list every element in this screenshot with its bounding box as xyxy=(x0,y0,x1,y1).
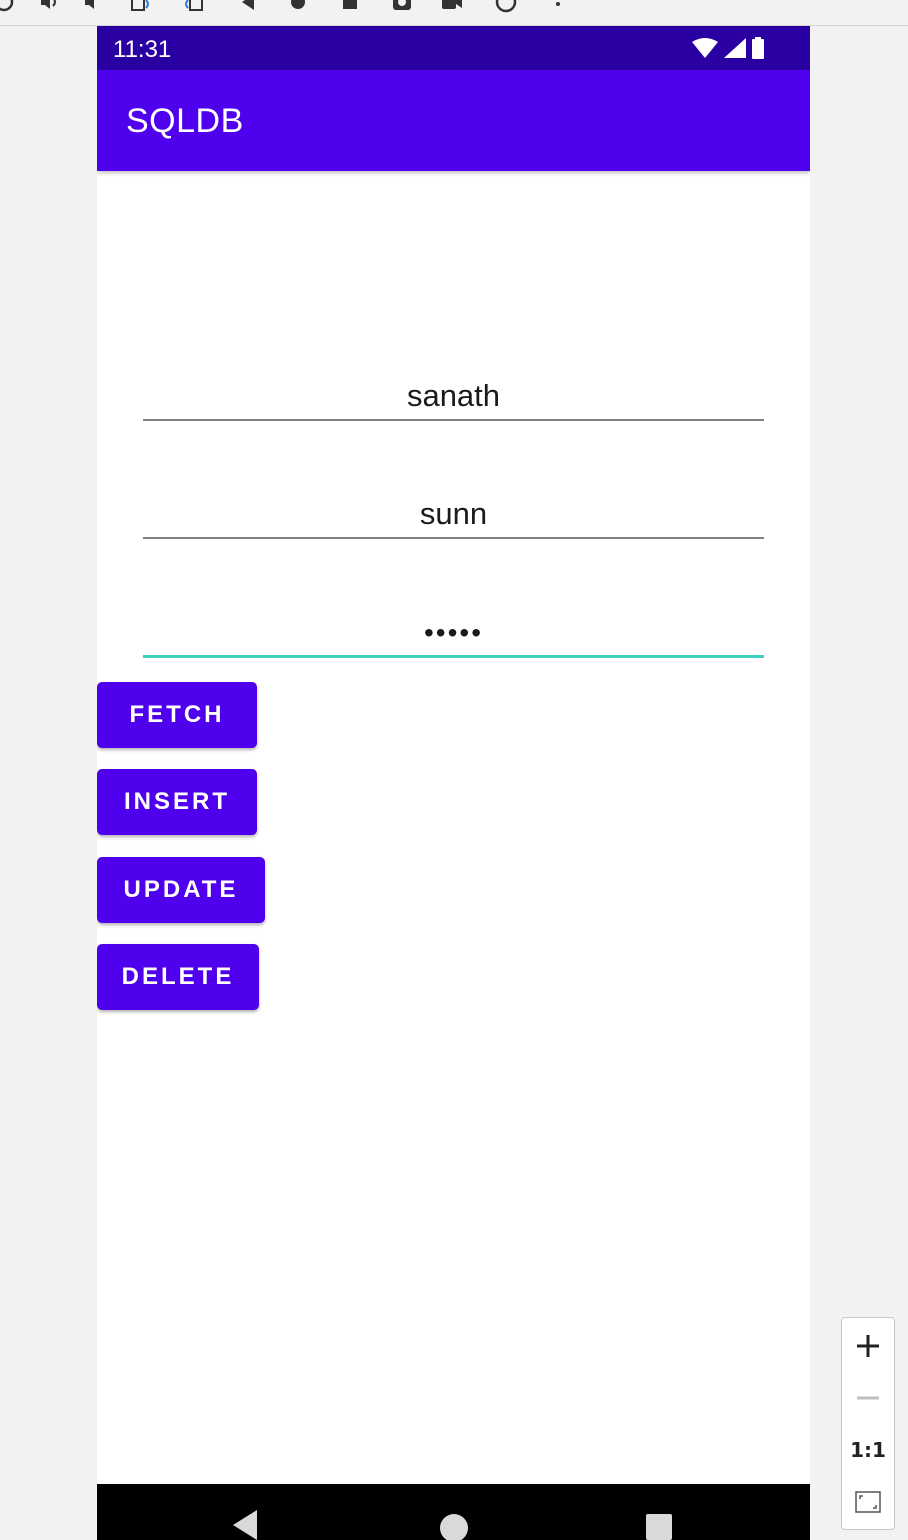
app-bar: SQLDB xyxy=(97,70,810,171)
zoom-fit-icon[interactable] xyxy=(842,1476,894,1528)
screenshot-icon[interactable] xyxy=(390,0,414,14)
name-field[interactable] xyxy=(143,361,764,421)
password-input[interactable] xyxy=(143,598,764,658)
help-icon[interactable] xyxy=(494,0,518,14)
wifi-icon xyxy=(692,38,718,58)
nav-home-icon[interactable] xyxy=(440,1514,468,1540)
home-icon[interactable] xyxy=(286,0,310,14)
emulator-toolbar xyxy=(0,0,908,26)
update-button[interactable]: UPDATE xyxy=(97,857,265,923)
zoom-in-icon[interactable] xyxy=(842,1320,894,1372)
app-title: SQLDB xyxy=(126,102,244,140)
volume-down-icon[interactable] xyxy=(82,0,106,14)
zoom-out-icon[interactable] xyxy=(842,1372,894,1424)
username-field[interactable] xyxy=(143,479,764,539)
insert-button[interactable]: INSERT xyxy=(97,769,257,835)
nav-recents-icon[interactable] xyxy=(646,1514,672,1540)
volume-up-icon[interactable] xyxy=(38,0,62,14)
name-input[interactable] xyxy=(143,361,764,421)
power-icon[interactable] xyxy=(0,0,16,14)
status-time: 11:31 xyxy=(113,36,172,63)
more-options-icon[interactable] xyxy=(546,0,570,14)
zoom-actual-size-button[interactable]: 1:1 xyxy=(842,1424,894,1476)
rotate-right-icon[interactable] xyxy=(182,0,206,14)
nav-back-icon[interactable] xyxy=(231,1510,259,1540)
fetch-button[interactable]: FETCH xyxy=(97,682,257,748)
device-screen: 11:31 SQLDB FETCH INSERT UPDATE DELETE xyxy=(97,26,810,1540)
password-field[interactable] xyxy=(143,598,764,658)
signal-icon xyxy=(724,38,746,58)
zoom-controls: 1:1 xyxy=(841,1317,895,1530)
battery-icon xyxy=(752,37,764,59)
username-input[interactable] xyxy=(143,479,764,539)
status-bar: 11:31 xyxy=(97,26,810,70)
rotate-left-icon[interactable] xyxy=(128,0,152,14)
username-field-underline xyxy=(143,537,764,539)
record-icon[interactable] xyxy=(440,0,464,14)
back-icon[interactable] xyxy=(236,0,260,14)
navigation-bar xyxy=(97,1484,810,1540)
delete-button[interactable]: DELETE xyxy=(97,944,259,1010)
overview-icon[interactable] xyxy=(338,0,362,14)
password-field-underline xyxy=(143,655,764,658)
name-field-underline xyxy=(143,419,764,421)
